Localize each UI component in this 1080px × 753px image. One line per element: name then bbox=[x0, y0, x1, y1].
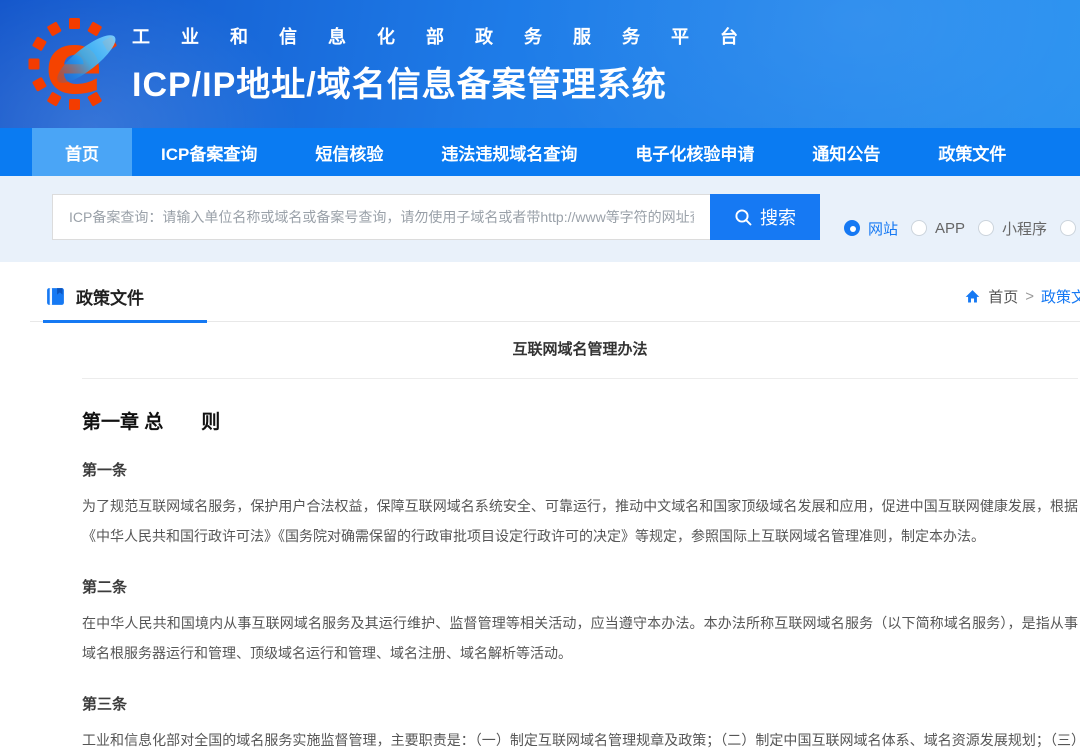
radio-label: APP bbox=[935, 220, 965, 237]
search-button[interactable]: 搜索 bbox=[710, 194, 820, 240]
radio-label: 网站 bbox=[868, 218, 898, 239]
article-text-0: 为了规范互联网域名服务，保护用户合法权益，保障互联网域名系统安全、可靠运行，推动… bbox=[82, 491, 1078, 551]
gear-e-logo-icon: e bbox=[28, 12, 120, 116]
search-type-radio-0[interactable]: 网站 bbox=[844, 218, 898, 239]
title-divider bbox=[82, 378, 1078, 379]
nav-item-2[interactable]: 短信核验 bbox=[286, 128, 412, 176]
breadcrumb: 首页 > 政策文件 bbox=[964, 286, 1080, 307]
main-nav: 首页ICP备案查询短信核验违法违规域名查询电子化核验申请通知公告政策文件 bbox=[0, 128, 1080, 176]
section-header: 政策文件 首页 > 政策文件 bbox=[30, 262, 1080, 322]
system-title: ICP/IP地址/域名信息备案管理系统 bbox=[132, 57, 769, 106]
radio-dot-icon bbox=[1060, 220, 1076, 236]
nav-item-6[interactable]: 政策文件 bbox=[909, 128, 1035, 176]
search-type-radio-2[interactable]: 小程序 bbox=[978, 218, 1047, 239]
site-header: e 工业和信息化部政务服务平台 ICP/IP地址/域名信息备案管理系统 bbox=[0, 0, 1080, 128]
miit-logo: e bbox=[28, 12, 120, 116]
radio-dot-icon bbox=[911, 220, 927, 236]
radio-label: 小程序 bbox=[1002, 218, 1047, 239]
search-type-radio-3[interactable]: 快应用 bbox=[1060, 218, 1080, 239]
policy-book-icon bbox=[45, 286, 66, 307]
section-title: 政策文件 bbox=[76, 284, 144, 309]
platform-name: 工业和信息化部政务服务平台 bbox=[132, 23, 769, 49]
section-title-wrap: 政策文件 bbox=[45, 284, 144, 309]
header-titles: 工业和信息化部政务服务平台 ICP/IP地址/域名信息备案管理系统 bbox=[132, 23, 769, 106]
radio-dot-icon bbox=[978, 220, 994, 236]
nav-item-3[interactable]: 违法违规域名查询 bbox=[412, 128, 606, 176]
document-title: 互联网域名管理办法 bbox=[82, 338, 1078, 359]
article-text-2: 工业和信息化部对全国的域名服务实施监督管理，主要职责是：（一）制定互联网域名管理… bbox=[82, 725, 1078, 753]
article-label-1: 第二条 bbox=[82, 576, 1078, 597]
breadcrumb-separator: > bbox=[1025, 288, 1034, 305]
search-type-radio-1[interactable]: APP bbox=[911, 220, 965, 237]
article-text-1: 在中华人民共和国境内从事互联网域名服务及其运行维护、监督管理等相关活动，应当遵守… bbox=[82, 608, 1078, 668]
section-underline bbox=[43, 320, 207, 323]
search-type-radio-group: 网站 APP 小程序快应用 bbox=[844, 216, 1080, 240]
nav-item-1[interactable]: ICP备案查询 bbox=[132, 128, 286, 176]
breadcrumb-current: 政策文件 bbox=[1041, 286, 1080, 307]
search-box: 搜索 bbox=[52, 194, 820, 240]
search-input[interactable] bbox=[52, 194, 710, 240]
page: e 工业和信息化部政务服务平台 ICP/IP地址/域名信息备案管理系统 bbox=[0, 0, 1080, 753]
content: 政策文件 首页 > 政策文件 互联网域名管理办法 第一章 总 则 第一条为了规范… bbox=[0, 262, 1080, 753]
policy-document: 互联网域名管理办法 第一章 总 则 第一条为了规范互联网域名服务，保护用户合法权… bbox=[30, 338, 1080, 753]
article-label-0: 第一条 bbox=[82, 459, 1078, 480]
chapter-heading: 第一章 总 则 bbox=[82, 407, 1078, 434]
nav-item-5[interactable]: 通知公告 bbox=[783, 128, 909, 176]
breadcrumb-home[interactable]: 首页 bbox=[988, 286, 1018, 307]
search-section: 搜索 网站 APP 小程序快应用 bbox=[0, 176, 1080, 262]
search-icon bbox=[734, 208, 753, 227]
radio-dot-icon bbox=[844, 220, 860, 236]
articles: 第一条为了规范互联网域名服务，保护用户合法权益，保障互联网域名系统安全、可靠运行… bbox=[82, 459, 1078, 753]
article-label-2: 第三条 bbox=[82, 693, 1078, 714]
search-button-label: 搜索 bbox=[760, 204, 796, 230]
home-icon bbox=[964, 288, 981, 305]
nav-item-0[interactable]: 首页 bbox=[32, 128, 132, 176]
nav-item-4[interactable]: 电子化核验申请 bbox=[606, 128, 783, 176]
